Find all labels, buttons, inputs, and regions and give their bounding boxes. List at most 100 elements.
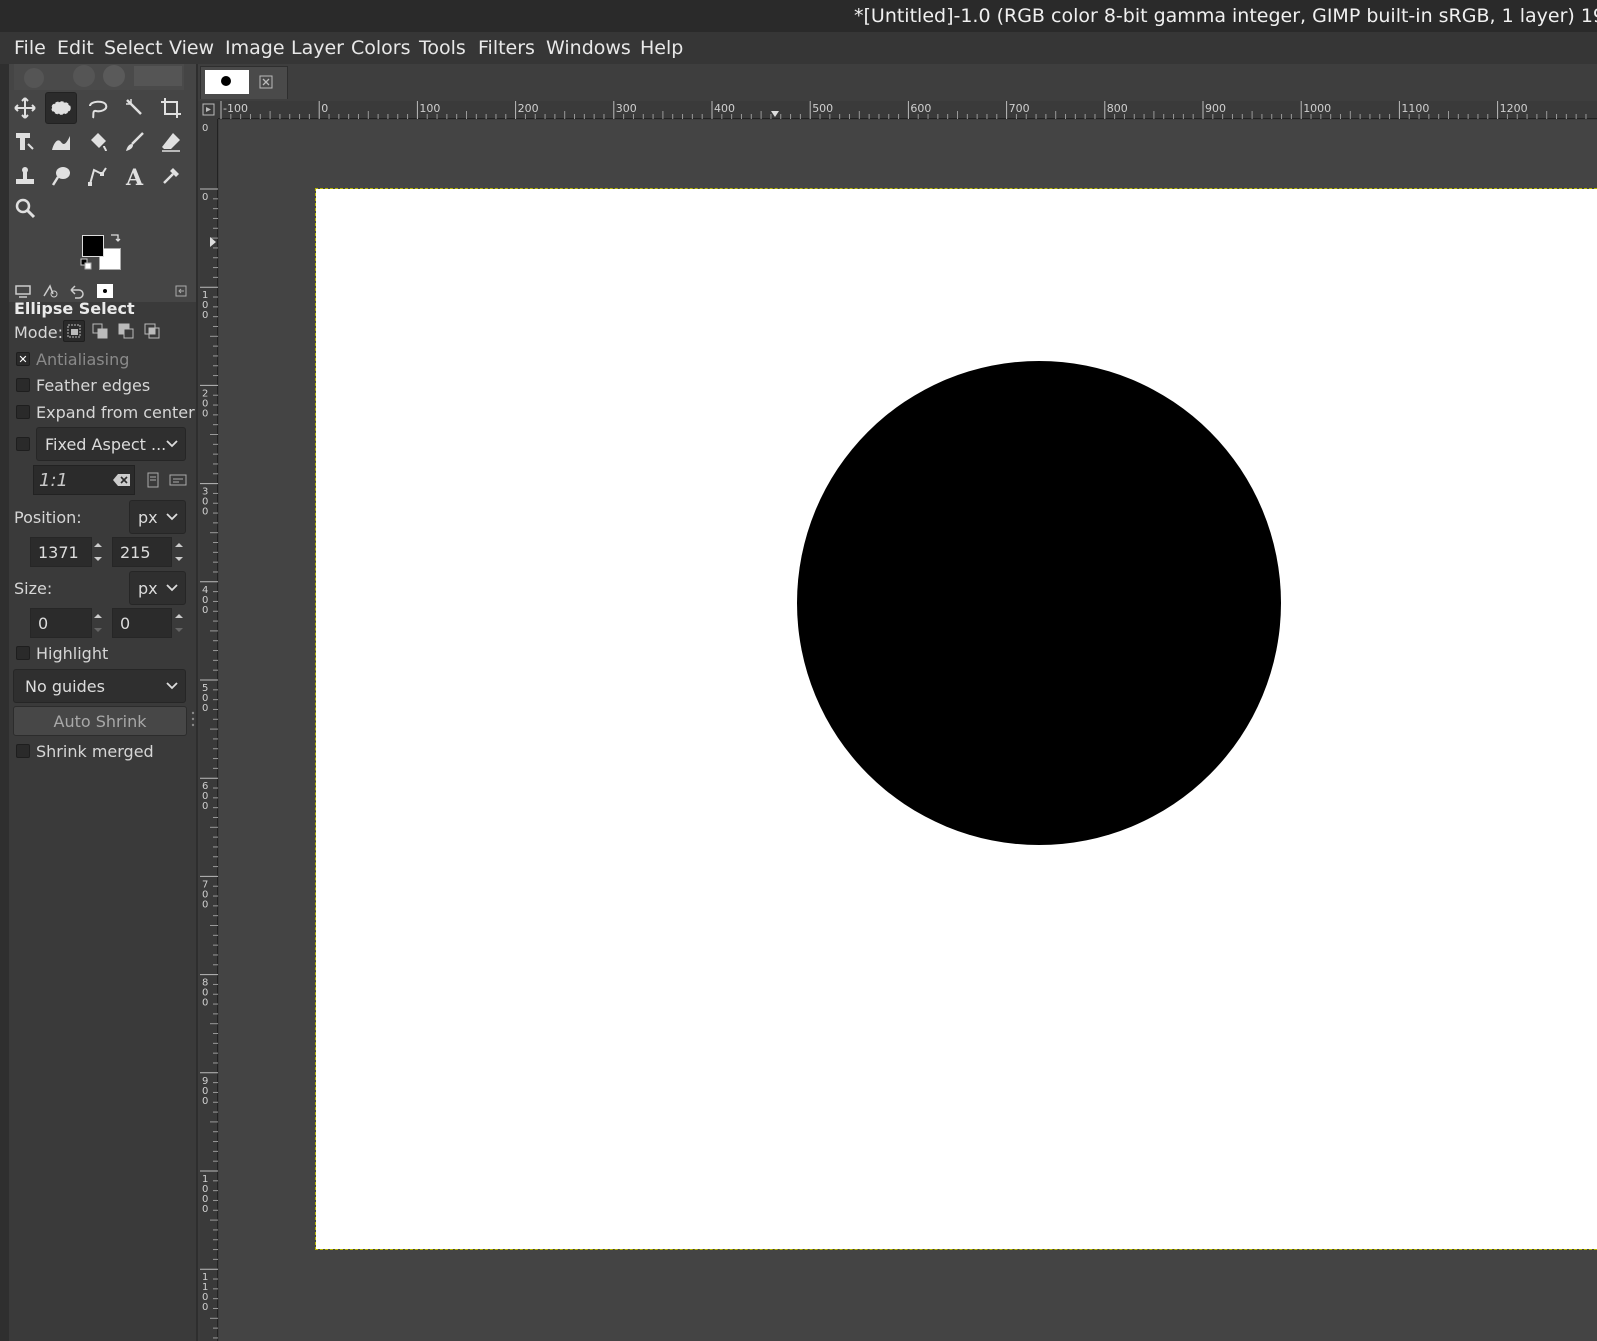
fixed-mode-value: Fixed Aspect ...	[45, 434, 167, 454]
free-select-tool-icon[interactable]	[82, 92, 114, 124]
color-picker-tool-icon[interactable]	[155, 160, 187, 192]
crop-tool-icon[interactable]	[155, 92, 187, 124]
horizontal-ruler[interactable]: -100 0 100 200 300 400 500 600 700 800 900 1000 1100…	[218, 101, 1597, 119]
ruler-label: -100	[223, 102, 248, 115]
size-unit-value: px	[138, 578, 158, 598]
position-x-input[interactable]: 1371	[30, 537, 92, 567]
menu-layer[interactable]: Layer	[284, 32, 351, 64]
ruler-label: 500	[812, 102, 833, 115]
menu-select[interactable]: Select	[97, 32, 170, 64]
mode-add-icon[interactable]	[89, 320, 111, 342]
ruler-label-char: 0	[202, 703, 208, 714]
quick-mask-corner-icon	[202, 103, 215, 116]
canvas-area[interactable]	[219, 120, 1597, 1341]
menu-colors[interactable]: Colors	[344, 32, 418, 64]
ellipse-select-tool-icon[interactable]	[45, 92, 77, 124]
image-tab-bar	[198, 64, 1597, 101]
clear-entry-icon[interactable]	[113, 473, 131, 487]
warp-transform-tool-icon[interactable]	[45, 126, 77, 158]
clone-tool-icon[interactable]	[9, 160, 41, 192]
ruler-label-char: 0	[202, 1302, 208, 1313]
menu-file[interactable]: File	[7, 32, 53, 64]
position-x-stepper[interactable]	[89, 537, 107, 567]
configure-tab-icon[interactable]	[169, 280, 193, 302]
menu-tools[interactable]: Tools	[412, 32, 473, 64]
antialiasing-checkbox[interactable]: ✕	[16, 352, 30, 366]
position-unit-dropdown[interactable]: px	[129, 500, 186, 534]
zoom-tool-icon[interactable]	[9, 192, 41, 224]
svg-text:A: A	[125, 165, 144, 188]
foreground-color-swatch[interactable]	[82, 235, 104, 257]
swap-colors-icon[interactable]	[109, 232, 121, 244]
size-width-stepper[interactable]	[89, 608, 107, 638]
ruler-corner[interactable]	[200, 101, 218, 119]
expand-from-center-checkbox[interactable]	[16, 405, 30, 419]
menu-image[interactable]: Image	[218, 32, 292, 64]
ruler-label: 200	[518, 102, 539, 115]
mode-label: Mode:	[14, 323, 63, 342]
position-y-input[interactable]: 215	[112, 537, 172, 567]
image-tab[interactable]	[200, 66, 288, 99]
ruler-label-char: 0	[202, 408, 208, 419]
auto-shrink-button[interactable]: Auto Shrink	[13, 706, 187, 736]
menu-edit[interactable]: Edit	[50, 32, 101, 64]
pointer-position-marker	[771, 111, 779, 117]
mode-subtract-icon[interactable]	[115, 320, 137, 342]
eraser-tool-icon[interactable]	[155, 126, 187, 158]
vertical-ruler[interactable]: 0010020030040050060070080090010001100	[200, 119, 218, 1341]
ruler-label: 700	[1009, 102, 1030, 115]
black-circle-shape	[797, 361, 1281, 845]
unified-transform-tool-icon[interactable]	[9, 126, 41, 158]
default-colors-icon[interactable]	[80, 258, 92, 270]
size-height-value: 0	[120, 613, 131, 633]
horizontal-ruler-ticks: -100 0 100 200 300 400 500 600 700 800 900 1000 1100…	[220, 101, 1587, 119]
menu-filters[interactable]: Filters	[471, 32, 542, 64]
menu-view[interactable]: View	[162, 32, 221, 64]
smudge-tool-icon[interactable]	[45, 160, 77, 192]
mode-replace-icon[interactable]	[63, 320, 85, 342]
title-bar: *[Untitled]-1.0 (RGB color 8-bit gamma i…	[0, 0, 1597, 32]
guides-value: No guides	[25, 676, 105, 696]
chevron-down-icon	[166, 440, 178, 448]
fixed-checkbox[interactable]	[16, 437, 30, 451]
dock-edge	[0, 64, 9, 1341]
expand-from-center-label: Expand from center	[36, 403, 195, 422]
guides-dropdown[interactable]: No guides	[13, 669, 186, 703]
menu-windows[interactable]: Windows	[539, 32, 638, 64]
ruler-label: 900	[1205, 102, 1226, 115]
ruler-label-char: 0	[202, 310, 208, 321]
ruler-label-char: 0	[202, 801, 208, 812]
size-height-stepper[interactable]	[170, 608, 188, 638]
position-unit-value: px	[138, 507, 158, 527]
tool-options-title: Ellipse Select	[14, 299, 135, 318]
ruler-label: 0	[202, 123, 208, 134]
ruler-label: 600	[910, 102, 931, 115]
paintbrush-tool-icon[interactable]	[119, 126, 151, 158]
text-tool-icon[interactable]: A	[119, 160, 151, 192]
feather-edges-checkbox[interactable]	[16, 378, 30, 392]
highlight-checkbox[interactable]	[16, 646, 30, 660]
size-unit-dropdown[interactable]: px	[129, 571, 186, 605]
landscape-icon[interactable]	[169, 473, 187, 487]
portrait-icon[interactable]	[146, 472, 160, 488]
fixed-mode-dropdown[interactable]: Fixed Aspect ...	[36, 427, 186, 461]
ruler-label: 1200	[1500, 102, 1528, 115]
fuzzy-select-tool-icon[interactable]	[119, 92, 151, 124]
dock-resize-grip-icon[interactable]	[191, 710, 195, 728]
shrink-merged-checkbox[interactable]	[16, 744, 30, 758]
gimp-logo-icon	[14, 64, 184, 90]
mode-intersect-icon[interactable]	[141, 320, 163, 342]
close-tab-icon[interactable]	[259, 75, 273, 89]
image-canvas[interactable]	[315, 188, 1597, 1250]
position-y-stepper[interactable]	[170, 537, 188, 567]
ruler-label: 300	[616, 102, 637, 115]
highlight-label: Highlight	[36, 644, 109, 663]
bucket-fill-tool-icon[interactable]	[82, 126, 114, 158]
size-width-input[interactable]: 0	[30, 608, 92, 638]
move-tool-icon[interactable]	[9, 92, 41, 124]
paths-tool-icon[interactable]	[82, 160, 114, 192]
size-height-input[interactable]: 0	[112, 608, 172, 638]
menu-help[interactable]: Help	[633, 32, 690, 64]
thumbnail-circle	[221, 76, 231, 86]
chevron-down-icon	[166, 513, 178, 521]
